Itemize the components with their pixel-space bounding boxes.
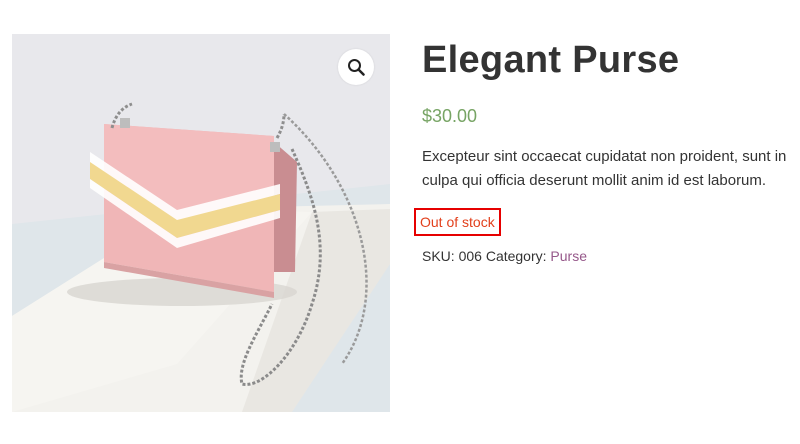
stock-status: Out of stock [420, 214, 495, 230]
sku-value: 006 [458, 248, 482, 264]
product-price: $30.00 [422, 106, 478, 126]
product-summary: Elegant Purse $30.00 Excepteur sint occa… [414, 34, 794, 266]
sku-label: SKU: [422, 248, 455, 264]
zoom-button[interactable] [338, 49, 374, 85]
stock-status-highlight: Out of stock [414, 208, 501, 236]
magnifier-icon [348, 59, 365, 76]
product-meta: SKU: 006 Category: Purse [422, 246, 794, 266]
category-link[interactable]: Purse [550, 248, 587, 264]
purse-photo [12, 34, 390, 412]
product-image[interactable] [12, 34, 390, 412]
product-description: Excepteur sint occaecat cupidatat non pr… [422, 148, 787, 189]
category-label: Category: [485, 248, 547, 264]
product-title: Elegant Purse [422, 39, 680, 81]
